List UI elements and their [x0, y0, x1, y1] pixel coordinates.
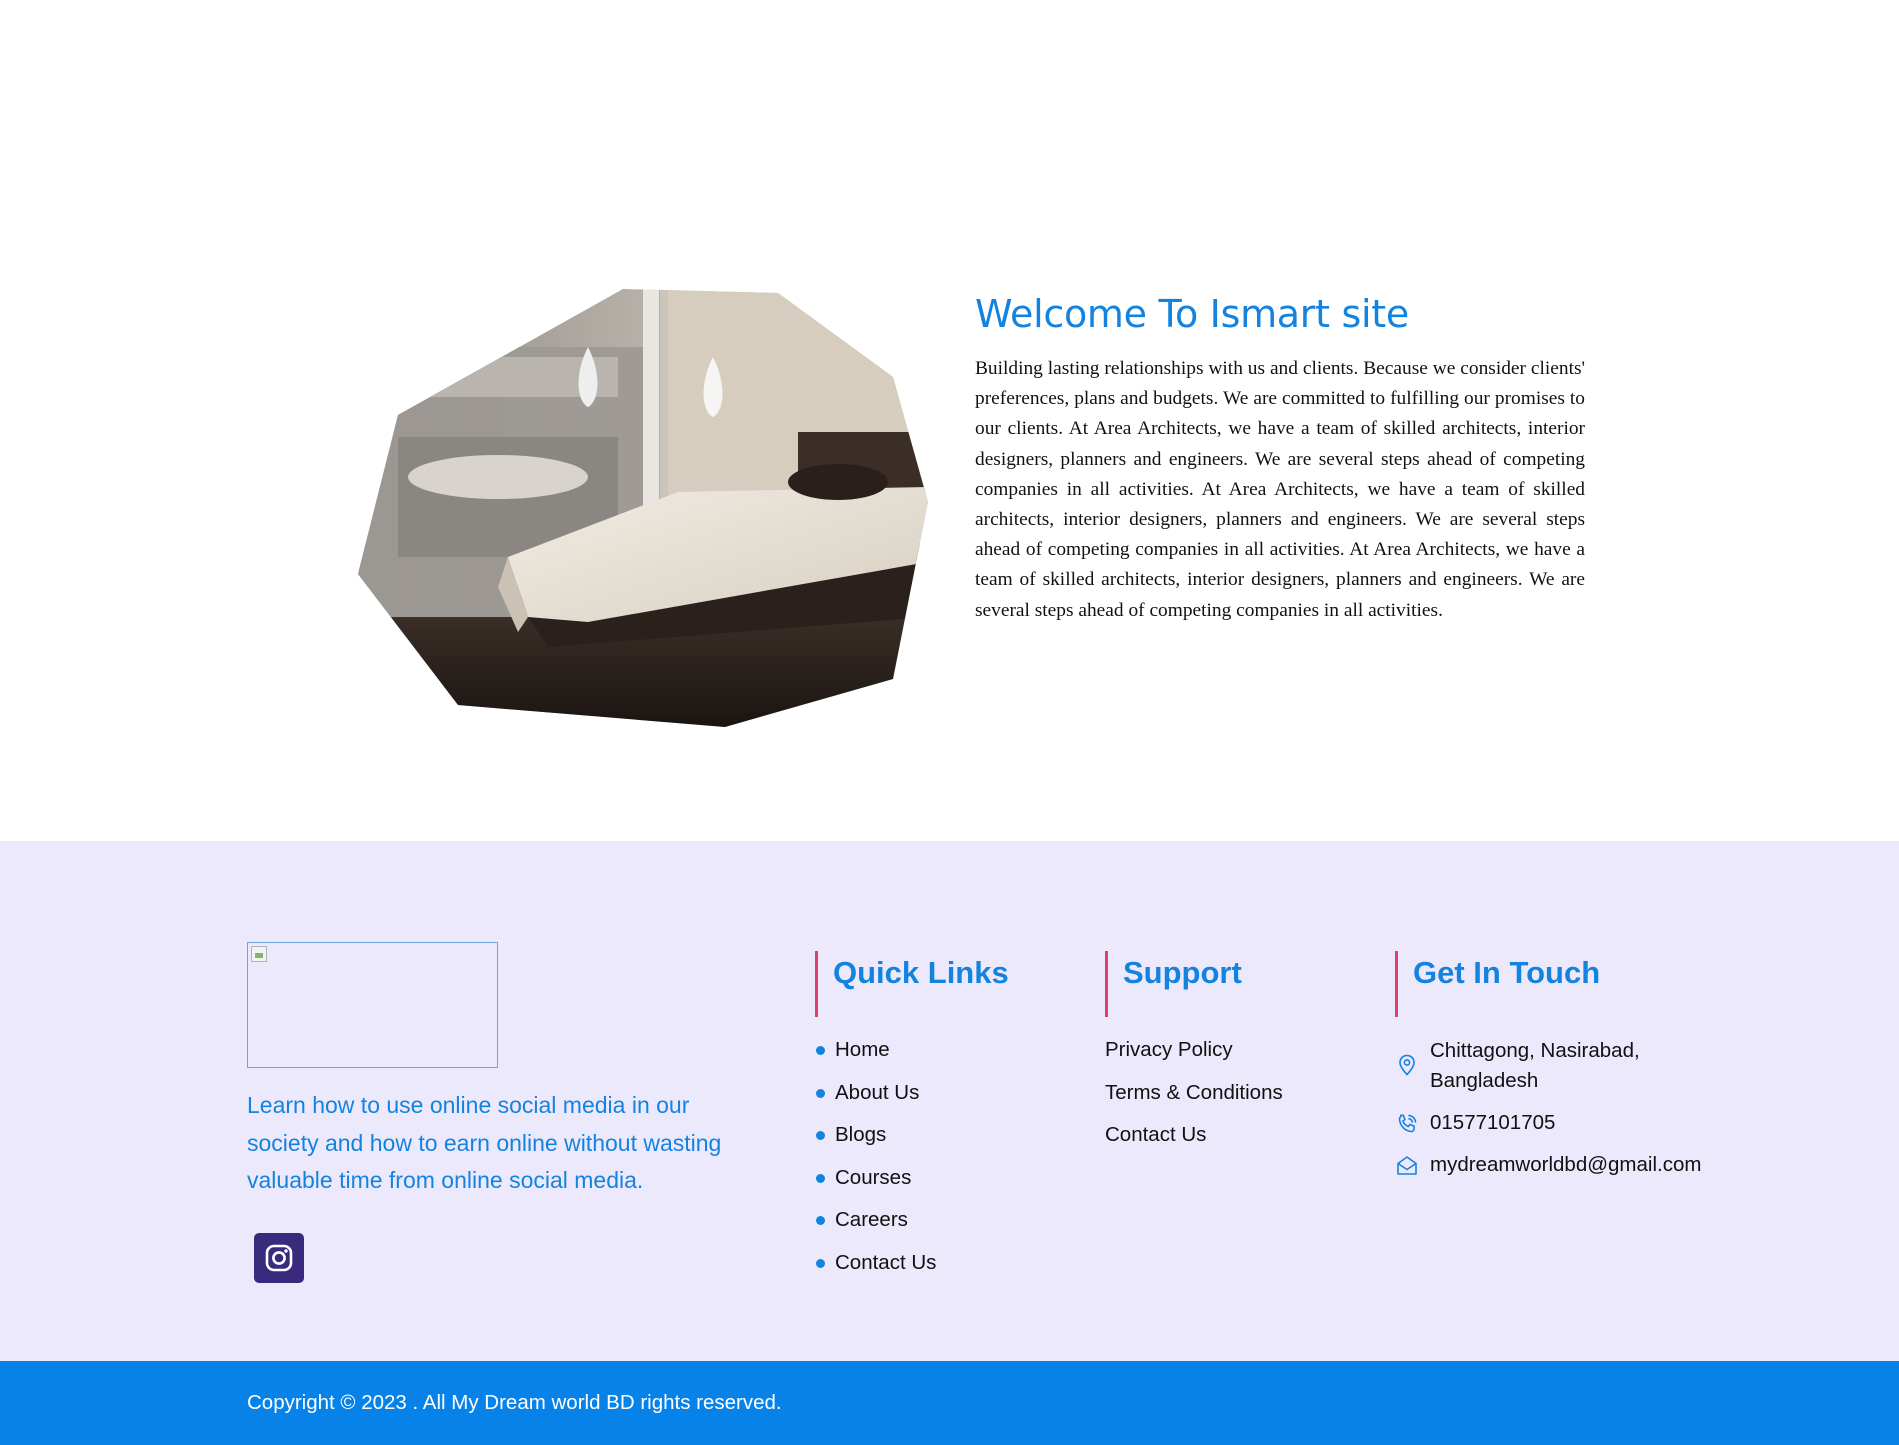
quick-link-blogs[interactable]: Blogs: [815, 1121, 936, 1164]
support-list: Privacy Policy Terms & Conditions Contac…: [1105, 1036, 1283, 1164]
phone-icon: [1398, 1114, 1417, 1133]
quick-links-list: Home About Us Blogs Courses Careers Cont…: [815, 1036, 936, 1292]
bullet-icon: [816, 1258, 825, 1268]
bullet-icon: [816, 1131, 825, 1141]
bullet-icon: [816, 1173, 825, 1183]
bullet-icon: [816, 1046, 825, 1055]
about-section: Welcome To Ismart site Building lasting …: [0, 0, 1899, 841]
phone-text: 01577101705: [1430, 1111, 1556, 1134]
quick-links-heading: Quick Links: [815, 951, 1009, 1017]
about-text: Welcome To Ismart site Building lasting …: [975, 286, 1585, 626]
location-pin-icon: [1399, 1054, 1415, 1076]
about-body: Building lasting relationships with us a…: [975, 358, 1585, 621]
instagram-icon: [265, 1244, 293, 1272]
email-text: mydreamworldbd@gmail.com: [1430, 1153, 1702, 1176]
quick-link-careers[interactable]: Careers: [815, 1206, 936, 1249]
contact-list: Chittagong, Nasirabad, Bangladesh 015771…: [1395, 1036, 1735, 1192]
bullet-icon: [816, 1216, 825, 1226]
footer-logo[interactable]: [247, 942, 498, 1068]
get-in-touch-heading: Get In Touch: [1395, 951, 1600, 1017]
contact-phone[interactable]: 01577101705: [1395, 1108, 1735, 1138]
about-title: Welcome To Ismart site: [975, 292, 1409, 336]
bedroom-image: [358, 287, 928, 727]
contact-address: Chittagong, Nasirabad, Bangladesh: [1395, 1036, 1735, 1096]
support-link-contact-us[interactable]: Contact Us: [1105, 1121, 1283, 1164]
quick-link-about-us[interactable]: About Us: [815, 1079, 936, 1122]
copyright-text: Copyright © 2023 . All My Dream world BD…: [247, 1391, 782, 1414]
broken-image-icon: [251, 946, 267, 962]
quick-link-courses[interactable]: Courses: [815, 1164, 936, 1207]
envelope-open-icon: [1397, 1156, 1417, 1175]
address-text: Chittagong, Nasirabad, Bangladesh: [1430, 1039, 1640, 1092]
copyright-bar: Copyright © 2023 . All My Dream world BD…: [0, 1361, 1899, 1445]
support-heading: Support: [1105, 951, 1242, 1017]
bullet-icon: [816, 1088, 825, 1098]
instagram-button[interactable]: [254, 1233, 304, 1283]
quick-link-home[interactable]: Home: [815, 1036, 936, 1079]
footer-description: Learn how to use online social media in …: [247, 1092, 722, 1193]
support-link-privacy-policy[interactable]: Privacy Policy: [1105, 1036, 1283, 1079]
quick-link-contact-us[interactable]: Contact Us: [815, 1249, 936, 1292]
footer: Learn how to use online social media in …: [0, 841, 1899, 1361]
contact-email[interactable]: mydreamworldbd@gmail.com: [1395, 1150, 1735, 1180]
support-link-terms-conditions[interactable]: Terms & Conditions: [1105, 1079, 1283, 1122]
